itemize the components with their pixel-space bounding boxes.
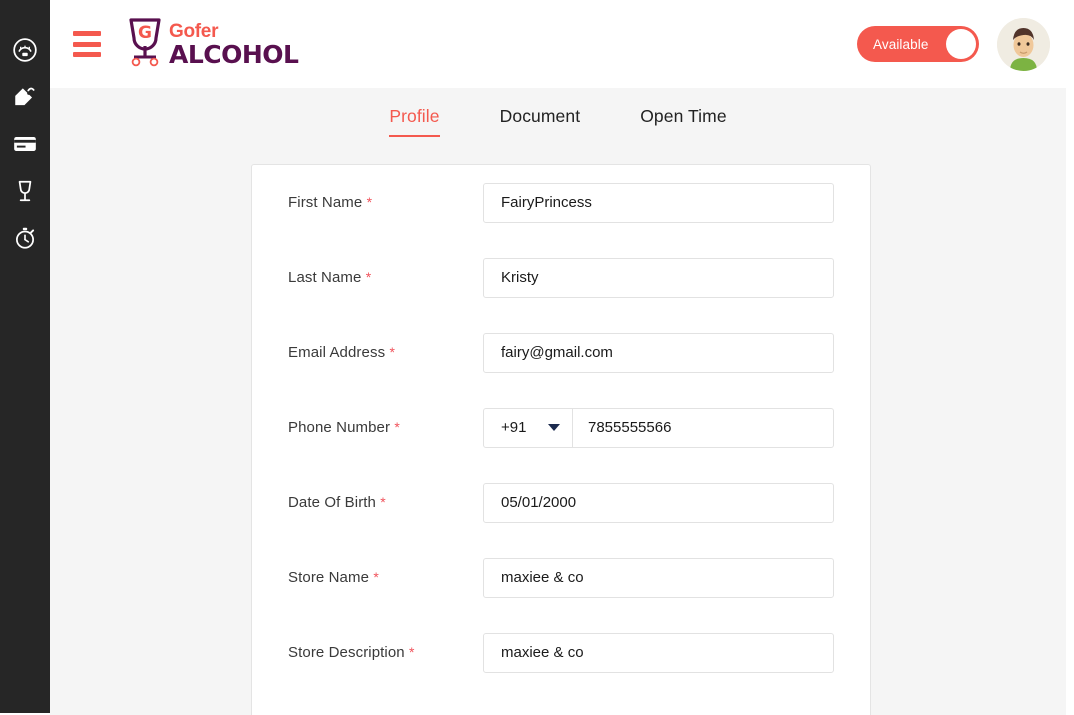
tag-icon [12, 84, 38, 110]
label-text: Store Name [288, 569, 370, 586]
hamburger-bar [73, 31, 101, 36]
email-label: Email Address * [288, 344, 483, 361]
header-actions: Available [857, 17, 1074, 71]
sidebar-item-dashboard[interactable] [0, 26, 50, 73]
avatar[interactable] [997, 17, 1050, 71]
hamburger-bar [73, 41, 101, 47]
form-row-store-description: Store Description * maxiee & co [252, 615, 870, 690]
wine-glass-icon [12, 178, 38, 204]
store-description-label: Store Description * [288, 644, 483, 661]
tab-open-time[interactable]: Open Time [640, 106, 727, 137]
sidebar-item-offers[interactable] [0, 73, 50, 120]
store-name-input[interactable]: maxiee & co [483, 557, 834, 598]
required-asterisk: * [389, 344, 396, 360]
sidebar [0, 0, 50, 713]
form-row-phone: Phone Number * +91 7855555566 [252, 390, 870, 465]
form-row-store-name: Store Name * maxiee & co [252, 540, 870, 615]
dob-label: Date Of Birth * [288, 494, 483, 511]
store-description-control: maxiee & co [483, 632, 834, 673]
hamburger-icon[interactable] [73, 31, 101, 57]
wine-glass-cart-logo-icon: G [124, 16, 166, 73]
last-name-label: Last Name * [288, 269, 483, 286]
country-code-value: +91 [501, 419, 527, 436]
store-name-label: Store Name * [288, 569, 483, 586]
phone-number-input[interactable]: 7855555566 [573, 407, 834, 448]
store-name-control: maxiee & co [483, 557, 834, 598]
form-row-first-name: First Name * FairyPrincess [252, 165, 870, 240]
sidebar-item-products[interactable] [0, 167, 50, 214]
dob-control: 05/01/2000 [483, 482, 834, 523]
phone-input-group: +91 7855555566 [483, 407, 834, 448]
availability-label: Available [873, 36, 929, 52]
sidebar-item-open-time[interactable] [0, 214, 50, 261]
credit-card-icon [12, 131, 38, 157]
hamburger-bar [73, 52, 101, 57]
app-root: G Gofer ALCOHOL Available Profile Docume… [0, 0, 1074, 715]
chevron-down-icon [548, 424, 560, 431]
main-content: Profile Document Open Time First Name * … [50, 88, 1066, 715]
label-text: Store Description [288, 644, 405, 661]
required-asterisk: * [394, 419, 400, 435]
required-asterisk: * [409, 644, 415, 660]
country-code-select[interactable]: +91 [483, 407, 573, 448]
top-header: G Gofer ALCOHOL Available [50, 0, 1074, 88]
form-row-email: Email Address * fairy@gmail.com [252, 315, 870, 390]
label-text: Date Of Birth [288, 494, 376, 511]
stopwatch-icon [12, 225, 38, 251]
required-asterisk: * [373, 569, 379, 585]
first-name-input[interactable]: FairyPrincess [483, 182, 834, 223]
label-text: Email Address [288, 344, 386, 361]
svg-text:G: G [138, 23, 152, 43]
speedometer-icon [12, 37, 38, 63]
last-name-control: Kristy [483, 257, 834, 298]
brand-wordmark: Gofer ALCOHOL [169, 20, 299, 69]
phone-label: Phone Number * [288, 419, 483, 436]
phone-control: +91 7855555566 [483, 407, 834, 448]
sidebar-item-payments[interactable] [0, 120, 50, 167]
first-name-control: FairyPrincess [483, 182, 834, 223]
store-description-input[interactable]: maxiee & co [483, 632, 834, 673]
label-text: Phone Number [288, 419, 391, 436]
date-of-birth-input[interactable]: 05/01/2000 [483, 482, 834, 523]
label-text: First Name [288, 194, 363, 211]
form-row-dob: Date Of Birth * 05/01/2000 [252, 465, 870, 540]
required-asterisk: * [380, 494, 386, 510]
required-asterisk: * [365, 269, 372, 285]
toggle-knob [946, 29, 976, 59]
tab-profile[interactable]: Profile [389, 106, 440, 137]
brand-logo[interactable]: G Gofer ALCOHOL [124, 16, 299, 73]
availability-toggle[interactable]: Available [857, 26, 979, 62]
tab-document[interactable]: Document [500, 106, 581, 137]
last-name-input[interactable]: Kristy [483, 257, 834, 298]
email-field[interactable]: fairy@gmail.com [483, 332, 834, 373]
form-row-last-name: Last Name * Kristy [252, 240, 870, 315]
required-asterisk: * [366, 194, 373, 210]
profile-form-card: First Name * FairyPrincess Last Name * K… [251, 164, 871, 715]
brand-name-bottom: ALCOHOL [169, 39, 299, 69]
first-name-label: First Name * [288, 194, 483, 211]
page-scrollbar[interactable] [1066, 88, 1074, 715]
email-control: fairy@gmail.com [483, 332, 834, 373]
label-text: Last Name [288, 269, 362, 286]
profile-tabs: Profile Document Open Time [50, 88, 1066, 137]
brand-name-top: Gofer [169, 20, 219, 42]
